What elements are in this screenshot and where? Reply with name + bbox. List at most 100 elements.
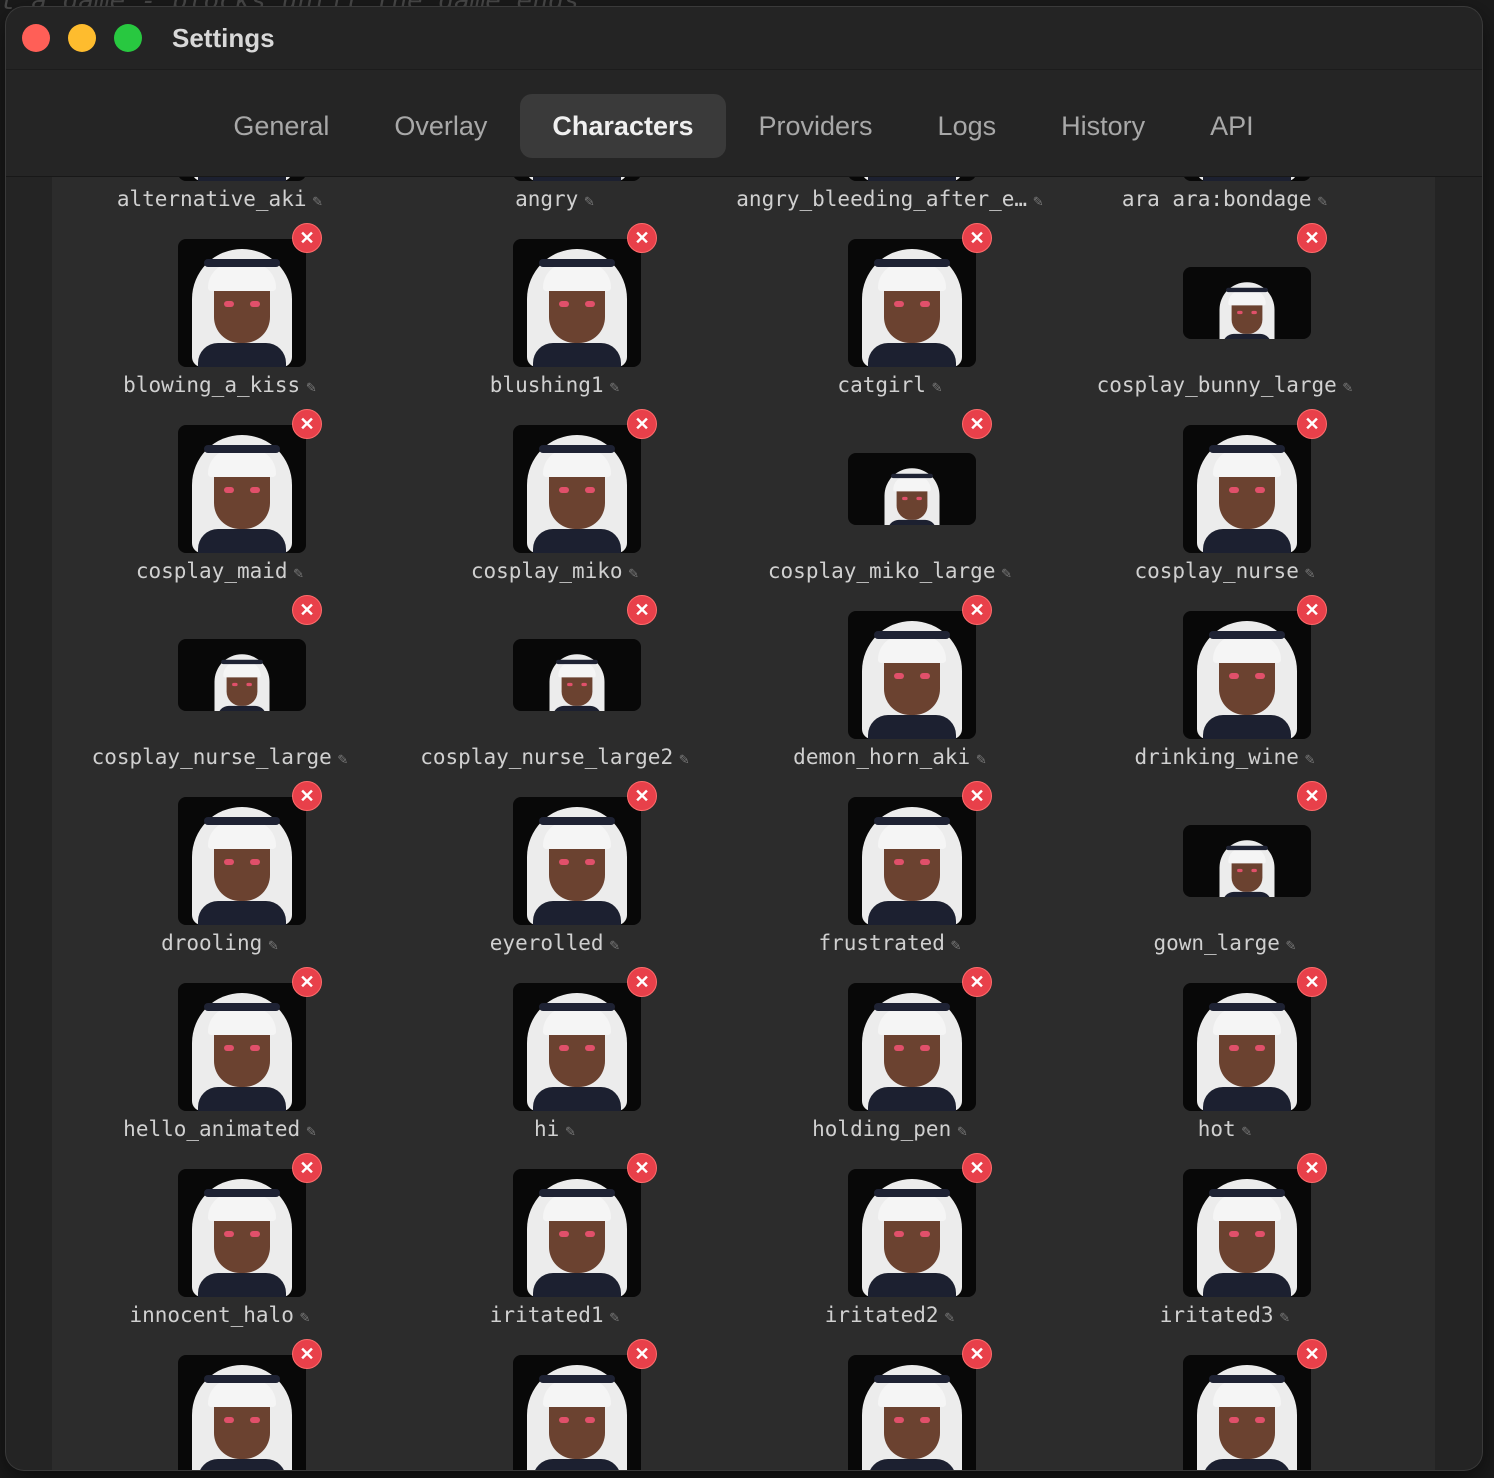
pencil-icon[interactable]: ✎ [268,935,278,954]
remove-character-button[interactable]: ✕ [1297,967,1327,997]
character-thumbnail[interactable] [178,1355,306,1470]
character-thumbnail[interactable] [513,1355,641,1470]
character-thumbnail[interactable] [178,639,306,711]
remove-character-button[interactable]: ✕ [962,967,992,997]
close-window-button[interactable] [22,24,50,52]
pencil-icon[interactable]: ✎ [1305,749,1315,768]
character-thumbnail[interactable] [513,1169,641,1297]
pencil-icon[interactable]: ✎ [1318,191,1328,210]
character-thumbnail[interactable] [1183,983,1311,1111]
character-thumbnail[interactable] [513,983,641,1111]
character-thumbnail[interactable] [848,797,976,925]
character-thumbnail[interactable] [513,425,641,553]
pencil-icon[interactable]: ✎ [932,377,942,396]
pencil-icon[interactable]: ✎ [610,1307,620,1326]
pencil-icon[interactable]: ✎ [300,1307,310,1326]
remove-character-button[interactable]: ✕ [627,409,657,439]
remove-character-button[interactable]: ✕ [962,1339,992,1369]
character-thumbnail[interactable] [178,425,306,553]
minimize-window-button[interactable] [68,24,96,52]
character-thumbnail[interactable] [513,797,641,925]
remove-character-button[interactable]: ✕ [292,1339,322,1369]
character-thumbnail[interactable] [848,611,976,739]
pencil-icon[interactable]: ✎ [306,1121,316,1140]
pencil-icon[interactable]: ✎ [610,935,620,954]
tab-providers[interactable]: Providers [727,94,905,158]
pencil-icon[interactable]: ✎ [1280,1307,1290,1326]
character-thumbnail[interactable] [1183,611,1311,739]
character-thumbnail[interactable] [178,1169,306,1297]
zoom-window-button[interactable] [114,24,142,52]
remove-character-button[interactable]: ✕ [1297,595,1327,625]
tab-characters[interactable]: Characters [520,94,726,158]
pencil-icon[interactable]: ✎ [294,563,304,582]
character-thumbnail[interactable] [848,1169,976,1297]
remove-character-button[interactable]: ✕ [1297,1339,1327,1369]
remove-character-button[interactable]: ✕ [292,967,322,997]
character-thumbnail[interactable] [178,239,306,367]
character-thumbnail[interactable] [848,239,976,367]
remove-character-button[interactable]: ✕ [962,595,992,625]
remove-character-button[interactable]: ✕ [1297,781,1327,811]
character-thumbnail[interactable] [1183,177,1311,181]
remove-character-button[interactable]: ✕ [627,223,657,253]
pencil-icon[interactable]: ✎ [338,749,348,768]
pencil-icon[interactable]: ✎ [1033,191,1043,210]
character-thumbnail[interactable] [848,983,976,1111]
remove-character-button[interactable]: ✕ [292,1153,322,1183]
remove-character-button[interactable]: ✕ [627,967,657,997]
tab-logs[interactable]: Logs [906,94,1029,158]
pencil-icon[interactable]: ✎ [584,191,594,210]
tab-general[interactable]: General [201,94,361,158]
character-thumbnail[interactable] [178,177,306,181]
pencil-icon[interactable]: ✎ [945,1307,955,1326]
pencil-icon[interactable]: ✎ [951,935,961,954]
remove-character-button[interactable]: ✕ [962,781,992,811]
pencil-icon[interactable]: ✎ [306,377,316,396]
remove-character-button[interactable]: ✕ [292,781,322,811]
remove-character-button[interactable]: ✕ [1297,409,1327,439]
remove-character-button[interactable]: ✕ [962,223,992,253]
pencil-icon[interactable]: ✎ [1343,377,1353,396]
character-thumbnail[interactable] [848,177,976,181]
character-thumbnail[interactable] [1183,425,1311,553]
character-thumbnail[interactable] [848,453,976,525]
character-thumbnail[interactable] [178,983,306,1111]
character-thumbnail[interactable] [178,797,306,925]
character-thumbnail[interactable] [1183,267,1311,339]
character-thumbnail[interactable] [513,177,641,181]
characters-panel[interactable]: alternative_aki ✎ angry ✎ angry_bleeding_aft… [52,177,1435,1470]
tab-history[interactable]: History [1029,94,1177,158]
character-thumbnail[interactable] [848,1355,976,1470]
pencil-icon[interactable]: ✎ [610,377,620,396]
close-x-icon: ✕ [969,228,985,248]
character-thumbnail[interactable] [513,639,641,711]
tab-api[interactable]: API [1178,94,1286,158]
tab-overlay[interactable]: Overlay [362,94,519,158]
pencil-icon[interactable]: ✎ [957,1121,967,1140]
character-thumbnail[interactable] [1183,1169,1311,1297]
pencil-icon[interactable]: ✎ [976,749,986,768]
pencil-icon[interactable]: ✎ [1286,935,1296,954]
remove-character-button[interactable]: ✕ [627,595,657,625]
remove-character-button[interactable]: ✕ [627,781,657,811]
pencil-icon[interactable]: ✎ [629,563,639,582]
pencil-icon[interactable]: ✎ [1001,563,1011,582]
remove-character-button[interactable]: ✕ [292,223,322,253]
pencil-icon[interactable]: ✎ [1242,1121,1252,1140]
remove-character-button[interactable]: ✕ [962,1153,992,1183]
pencil-icon[interactable]: ✎ [565,1121,575,1140]
pencil-icon[interactable]: ✎ [679,749,689,768]
character-thumbnail[interactable] [1183,825,1311,897]
remove-character-button[interactable]: ✕ [292,595,322,625]
remove-character-button[interactable]: ✕ [1297,223,1327,253]
remove-character-button[interactable]: ✕ [962,409,992,439]
remove-character-button[interactable]: ✕ [627,1339,657,1369]
remove-character-button[interactable]: ✕ [292,409,322,439]
pencil-icon[interactable]: ✎ [313,191,323,210]
remove-character-button[interactable]: ✕ [627,1153,657,1183]
character-thumbnail[interactable] [513,239,641,367]
pencil-icon[interactable]: ✎ [1305,563,1315,582]
character-thumbnail[interactable] [1183,1355,1311,1470]
remove-character-button[interactable]: ✕ [1297,1153,1327,1183]
